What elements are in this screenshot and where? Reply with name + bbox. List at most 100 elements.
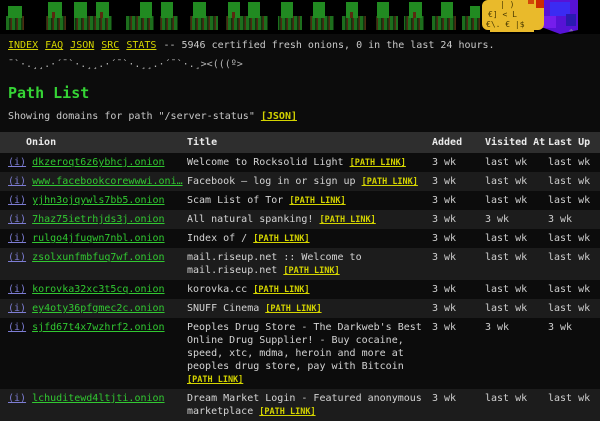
page-title: Path List bbox=[8, 84, 600, 102]
info-link[interactable]: (i) bbox=[8, 284, 26, 295]
onion-link[interactable]: zsolxunfmbfuq7wf.onion bbox=[32, 252, 164, 263]
table-row: (i) zsolxunfmbfuq7wf.onionmail.riseup.ne… bbox=[0, 248, 600, 280]
onion-link[interactable]: www.facebookcorewwwi.oni… bbox=[32, 176, 183, 187]
path-link[interactable]: [PATH LINK] bbox=[253, 234, 309, 244]
added-cell: 3 wk bbox=[432, 172, 485, 191]
path-link[interactable]: [PATH LINK] bbox=[265, 304, 321, 314]
table-row: (i) korovka32xc3t5cq.onion korovka.cc [PA… bbox=[0, 280, 600, 299]
onion-link[interactable]: yjhn3ojqywls7bb5.onion bbox=[32, 195, 164, 206]
table-row: (i) ey4oty36pfgmec2c.onion SNUFF Cinema [… bbox=[0, 299, 600, 318]
info-link[interactable]: (i) bbox=[8, 195, 26, 206]
title-text: Scam List of Tor bbox=[187, 195, 283, 206]
lastup-cell: last wk bbox=[548, 299, 600, 318]
added-cell: 3 wk bbox=[432, 153, 485, 172]
header-title: Title bbox=[187, 132, 432, 153]
path-link[interactable]: [PATH LINK] bbox=[350, 158, 406, 168]
title-text: Peoples Drug Store - The Darkweb's Best … bbox=[187, 322, 422, 372]
visited-cell: last wk bbox=[485, 389, 548, 421]
onion-link[interactable]: sjfd67t4x7wzhrf2.onion bbox=[32, 322, 164, 333]
title-text: SNUFF Cinema bbox=[187, 303, 259, 314]
visited-cell: last wk bbox=[485, 153, 548, 172]
table-row: (i) 7haz75ietrhjds3j.onion All natural sp… bbox=[0, 210, 600, 229]
nav-link-stats[interactable]: STATS bbox=[126, 40, 156, 51]
info-link[interactable]: (i) bbox=[8, 233, 26, 244]
table-body: (i) dkzeroqt6z6ybhcj.onion Welcome to Roc… bbox=[0, 153, 600, 421]
info-link[interactable]: (i) bbox=[8, 393, 26, 404]
nav-link-faq[interactable]: FAQ bbox=[45, 40, 63, 51]
path-link[interactable]: [PATH LINK] bbox=[187, 375, 243, 385]
info-link[interactable]: (i) bbox=[8, 303, 26, 314]
subtitle-text: Showing domains for path "/server-status… bbox=[8, 111, 255, 122]
banner-art-text-mid: €] < L bbox=[488, 10, 517, 19]
visited-cell: last wk bbox=[485, 172, 548, 191]
visited-cell: 3 wk bbox=[485, 318, 548, 389]
info-link[interactable]: (i) bbox=[8, 322, 26, 333]
onion-link[interactable]: dkzeroqt6z6ybhcj.onion bbox=[32, 157, 164, 168]
info-link[interactable]: (i) bbox=[8, 214, 26, 225]
lastup-cell: last wk bbox=[548, 191, 600, 210]
added-cell: 3 wk bbox=[432, 229, 485, 248]
nav-bar: INDEX FAQ JSON SRC STATS -- 5946 certified fr… bbox=[0, 34, 600, 52]
path-link[interactable]: [PATH LINK] bbox=[362, 177, 418, 187]
onion-link[interactable]: ey4oty36pfgmec2c.onion bbox=[32, 303, 164, 314]
banner-corner-glyph: ∸ bbox=[569, 27, 573, 34]
lastup-cell: last wk bbox=[548, 229, 600, 248]
banner: | ) €] < L €\. € |$ ∸ bbox=[0, 0, 600, 34]
subtitle-json-link[interactable]: [JSON] bbox=[261, 111, 297, 122]
added-cell: 3 wk bbox=[432, 318, 485, 389]
wave-fish-ascii-art: ¯`·.¸¸.·´¯`·.¸¸.·´¯`·.¸¸.·´¯`·.¸><(((º> bbox=[0, 52, 600, 71]
header-last-up: Last Up bbox=[548, 132, 600, 153]
table-row: (i) sjfd67t4x7wzhrf2.onion Peoples Drug S… bbox=[0, 318, 600, 389]
added-cell: 3 wk bbox=[432, 299, 485, 318]
onion-link[interactable]: korovka32xc3t5cq.onion bbox=[32, 284, 164, 295]
header-onion: Onion bbox=[0, 132, 187, 153]
header-added: Added bbox=[432, 132, 485, 153]
title-text: korovka.cc bbox=[187, 284, 247, 295]
visited-cell: last wk bbox=[485, 248, 548, 280]
table-row: (i) yjhn3ojqywls7bb5.onion Scam List of T… bbox=[0, 191, 600, 210]
visited-cell: last wk bbox=[485, 299, 548, 318]
added-cell: 3 wk bbox=[432, 248, 485, 280]
lastup-cell: last wk bbox=[548, 280, 600, 299]
nav-link-index[interactable]: INDEX bbox=[8, 40, 38, 51]
table-header-row: Onion Title Added Visited At Last Up bbox=[0, 132, 600, 153]
path-link[interactable]: [PATH LINK] bbox=[259, 407, 315, 417]
title-text: All natural spanking! bbox=[187, 214, 313, 225]
path-link[interactable]: [PATH LINK] bbox=[319, 215, 375, 225]
onion-link[interactable]: lchuditewd4ltjti.onion bbox=[32, 393, 164, 404]
path-link[interactable]: [PATH LINK] bbox=[289, 196, 345, 206]
visited-cell: last wk bbox=[485, 191, 548, 210]
visited-cell: last wk bbox=[485, 229, 548, 248]
nav-summary: -- 5946 certified fresh onions, 0 in the… bbox=[163, 40, 494, 51]
added-cell: 3 wk bbox=[432, 210, 485, 229]
info-link[interactable]: (i) bbox=[8, 157, 26, 168]
lastup-cell: last wk bbox=[548, 389, 600, 421]
added-cell: 3 wk bbox=[432, 280, 485, 299]
path-link[interactable]: [PATH LINK] bbox=[253, 285, 309, 295]
lastup-cell: last wk bbox=[548, 153, 600, 172]
table-row: (i) www.facebookcorewwwi.oni… Facebook – … bbox=[0, 172, 600, 191]
visited-cell: last wk bbox=[485, 280, 548, 299]
nav-link-json[interactable]: JSON bbox=[70, 40, 94, 51]
added-cell: 3 wk bbox=[432, 191, 485, 210]
visited-cell: 3 wk bbox=[485, 210, 548, 229]
lastup-cell: 3 wk bbox=[548, 210, 600, 229]
info-link[interactable]: (i) bbox=[8, 176, 26, 187]
subtitle: Showing domains for path "/server-status… bbox=[8, 110, 600, 123]
path-list-table: Onion Title Added Visited At Last Up (i)… bbox=[0, 132, 600, 421]
header-visited-at: Visited At bbox=[485, 132, 548, 153]
lastup-cell: last wk bbox=[548, 172, 600, 191]
added-cell: 3 wk bbox=[432, 389, 485, 421]
onion-link[interactable]: 7haz75ietrhjds3j.onion bbox=[32, 214, 164, 225]
nav-link-src[interactable]: SRC bbox=[101, 40, 119, 51]
title-text: Facebook – log in or sign up bbox=[187, 176, 356, 187]
banner-art-text-top: | ) bbox=[500, 0, 514, 9]
lastup-cell: 3 wk bbox=[548, 318, 600, 389]
info-link[interactable]: (i) bbox=[8, 252, 26, 263]
banner-art-text-bot: €\. € |$ bbox=[486, 20, 525, 29]
title-text: Welcome to Rocksolid Light bbox=[187, 157, 344, 168]
table-row: (i) rulgo4jfuqwn7nbl.onionIndex of / [PA… bbox=[0, 229, 600, 248]
path-link[interactable]: [PATH LINK] bbox=[283, 266, 339, 276]
banner-ascii-art: | ) €] < L €\. € |$ ∸ bbox=[0, 0, 600, 34]
onion-link[interactable]: rulgo4jfuqwn7nbl.onion bbox=[32, 233, 164, 244]
